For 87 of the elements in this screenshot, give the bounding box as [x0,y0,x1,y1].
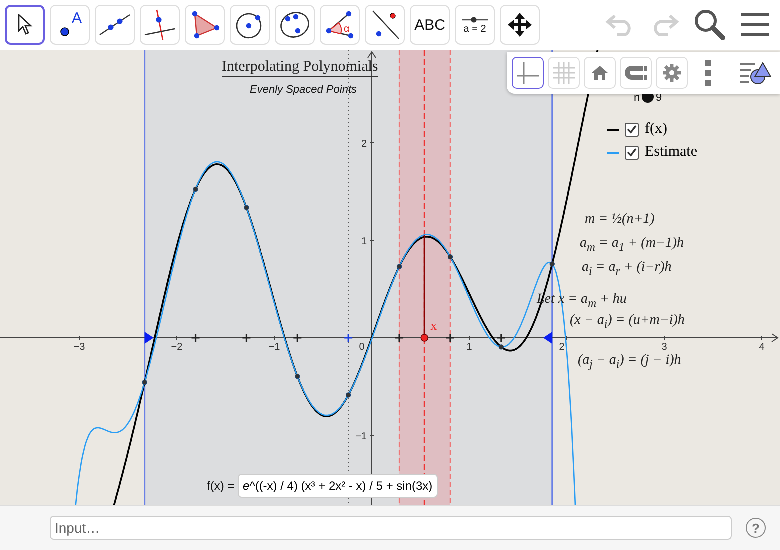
interpolation-node [295,374,300,380]
axes-icon [516,61,540,85]
text-tool-button[interactable]: ABC [410,5,450,45]
help-button[interactable]: ? [746,518,766,538]
menu-icon [740,13,770,37]
reflect-tool-button[interactable] [365,5,405,45]
node-marker [190,333,201,343]
point-label: x [430,318,438,333]
x-tick-mark [274,336,275,340]
pan-tool-button[interactable] [500,5,540,45]
interpolation-node [346,392,352,398]
interpolation-node [498,344,504,350]
interpolation-node [244,205,250,210]
left-endpoint-handle[interactable] [144,332,154,344]
settings-icon [662,63,682,83]
move-tool-button[interactable] [5,5,45,45]
formula-text: a$_{m}$ = a$_{1}$ + (m−1)h [580,236,684,254]
x-tick-label: 3 [662,342,668,353]
x-tick-mark [79,336,80,340]
y-tick-label: −1 [356,432,367,442]
y-tick-label: 2 [361,139,367,150]
x-tick-mark [664,336,665,340]
function-input-field[interactable]: e^((-x) / 4) (x³ + 2x² - x) / 5 + sin(3x) [238,474,438,498]
y-tick-mark [370,240,374,241]
x-tick-label: −1 [268,342,280,353]
node-marker [242,333,252,343]
interpolation-node [396,264,402,270]
checkbox[interactable] [625,146,639,160]
formula-text: (x − a$_{i}$) = (u+m−i)h [570,313,685,331]
snap-button[interactable] [620,57,652,89]
point-x[interactable] [420,334,429,342]
home-icon [591,65,609,81]
polygon-tool-button[interactable] [185,5,225,45]
angle-tool-button[interactable]: α [320,5,360,45]
x-tick-label: 2 [559,342,565,353]
home-button[interactable] [584,57,616,89]
line-tool-button[interactable] [95,5,135,45]
legend-label: f(x) [645,121,668,138]
perpendicular-tool-button[interactable] [140,5,180,45]
node-marker [446,333,456,343]
right-endpoint-handle[interactable] [543,332,552,344]
x-tick-mark [566,336,568,340]
y-tick-label: 1 [361,236,367,248]
magnet-icon [624,64,648,82]
move-arrows-icon [506,11,534,39]
node-marker [496,333,506,343]
graph-subtitle: Evenly Spaced Points [250,84,358,96]
node-marker [292,333,302,343]
x-tick-label: −3 [74,342,86,353]
conic-tool-button[interactable] [275,5,315,45]
interpolation-node [550,262,555,267]
line-icon [98,13,132,37]
x-tick-label: −2 [171,342,183,353]
interpolation-node [448,254,454,260]
x-tick-label: 4 [759,342,765,353]
point-icon [60,27,70,37]
function-label: f(x) = [207,479,235,493]
circle-tool-button[interactable] [230,5,270,45]
interpolation-node [193,186,198,192]
ellipse-icon [279,10,311,40]
formula-text: a$_{i}$ = a$_{r}$ + (i−r)h [582,260,672,278]
angle-icon [325,11,355,39]
axes-button[interactable] [512,57,544,89]
point-tool-button[interactable]: A [50,5,90,45]
slider-tool-button[interactable]: a = 2 [455,5,495,45]
slider-icon [460,16,490,24]
interpolation-node [142,380,148,386]
formula-text: (a$_{j}$ − a$_{i}$) = (j − i)h [578,353,682,371]
perpendicular-line-icon [143,9,177,41]
search-icon [694,9,726,41]
cursor-icon [17,14,33,36]
y-tick-mark [370,435,374,436]
node-marker [394,333,404,343]
center-node-marker [344,333,354,343]
slider-label: n [634,92,640,104]
x-tick-label: 0 [359,342,365,353]
input-field[interactable]: Input… [50,516,732,540]
checkbox[interactable] [625,122,639,136]
more-vertical-icon [705,60,711,86]
formula-text: m = ½(n+1) [585,212,655,228]
x-tick-mark [176,336,178,340]
style-bar-icon [739,61,773,85]
x-tick-mark [469,336,470,340]
legend-label: Estimate [645,144,698,161]
grid-icon [552,61,576,85]
x-tick-label: 1 [466,342,472,353]
y-tick-mark [370,142,374,144]
